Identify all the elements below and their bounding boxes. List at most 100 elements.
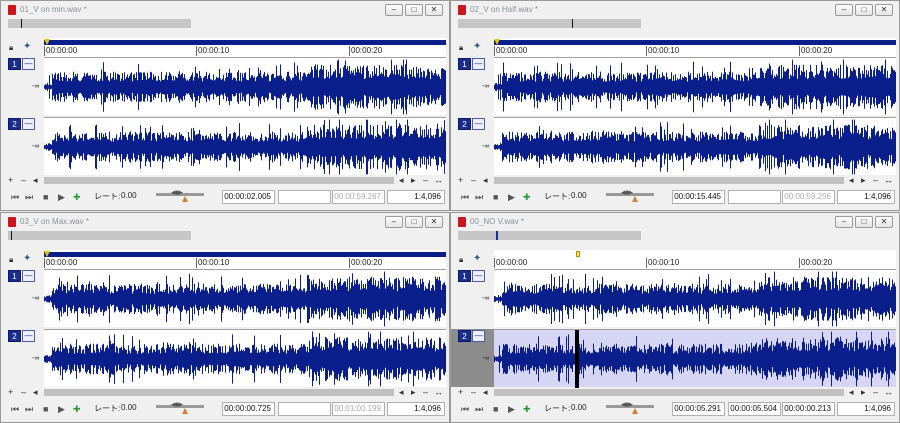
channel-number[interactable]: 2 xyxy=(8,330,21,342)
zoom-in-icon[interactable]: + xyxy=(458,388,463,397)
channel-row[interactable]: 2 — -∞ xyxy=(1,329,449,387)
go-to-end-icon[interactable]: ⏭ xyxy=(25,404,33,415)
add-icon[interactable]: ✚ xyxy=(523,404,531,415)
waveform[interactable] xyxy=(44,269,446,327)
snap-icon[interactable]: ✦ xyxy=(473,253,481,264)
time-ruler[interactable]: 00:00:00 00:00:10 00:00:20 xyxy=(44,38,446,57)
time-ruler[interactable]: 00:00:00 00:00:10 00:00:20 xyxy=(494,250,896,269)
channel-toggle-button[interactable]: — xyxy=(22,270,35,282)
window-titlebar[interactable]: 03_V on Max.wav * – □ ✕ xyxy=(1,213,449,231)
channel-number[interactable]: 2 xyxy=(8,118,21,130)
lock-icon[interactable]: 🔒︎ xyxy=(459,43,463,53)
minimize-icon[interactable]: – xyxy=(385,4,403,16)
scroll-right-icon[interactable]: ▸ xyxy=(411,176,416,185)
window-titlebar[interactable]: 02_V on Half.wav * – □ ✕ xyxy=(451,1,899,19)
zoom-in-icon[interactable]: + xyxy=(458,176,463,185)
waveform[interactable] xyxy=(44,117,446,175)
minimize-icon[interactable]: – xyxy=(385,216,403,228)
zoom-out-icon[interactable]: – xyxy=(873,176,878,185)
rate-slider-thumb[interactable] xyxy=(632,408,638,414)
channel-number[interactable]: 2 xyxy=(458,118,471,130)
lock-icon[interactable]: 🔒︎ xyxy=(9,43,13,53)
snap-icon[interactable]: ✦ xyxy=(473,41,481,52)
zoom-out-icon[interactable]: – xyxy=(873,388,878,397)
go-to-end-icon[interactable]: ⏭ xyxy=(475,192,483,203)
waveform[interactable] xyxy=(494,329,896,388)
stop-icon[interactable]: ■ xyxy=(493,192,498,202)
start-marker[interactable] xyxy=(44,251,50,257)
channel-toggle-button[interactable]: — xyxy=(472,330,485,342)
selection-length-field[interactable]: 00:00:05.504 xyxy=(728,402,781,416)
start-marker[interactable] xyxy=(44,39,50,45)
close-icon[interactable]: ✕ xyxy=(425,4,443,16)
scroll-thumb[interactable] xyxy=(44,389,394,396)
stop-icon[interactable]: ■ xyxy=(43,192,48,202)
channel-number[interactable]: 1 xyxy=(458,270,471,282)
minimize-icon[interactable]: – xyxy=(835,216,853,228)
snap-icon[interactable]: ✦ xyxy=(23,253,31,264)
scroll-thumb[interactable] xyxy=(44,177,394,184)
file-length-field[interactable]: 00:00:59.267 xyxy=(332,190,385,204)
zoom-fit-icon[interactable]: ↔ xyxy=(434,388,443,397)
time-ruler[interactable]: 00:00:00 00:00:10 00:00:20 xyxy=(494,38,896,57)
rate-slider-thumb[interactable] xyxy=(632,196,638,202)
rate-arrows-icon[interactable]: ◂◂▸▸ xyxy=(621,399,633,410)
scroll-left-icon[interactable]: ◂ xyxy=(483,388,488,397)
go-to-start-icon[interactable]: ⏮ xyxy=(461,404,469,415)
overview-bar[interactable] xyxy=(458,19,641,28)
waveform[interactable] xyxy=(44,57,446,115)
channel-toggle-button[interactable]: — xyxy=(22,58,35,70)
rate-arrows-icon[interactable]: ◂◂▸▸ xyxy=(171,187,183,198)
zoom-ratio-field[interactable]: 1:4,096 xyxy=(837,402,895,416)
restore-icon[interactable]: □ xyxy=(405,216,423,228)
playhead[interactable] xyxy=(575,330,579,388)
lock-icon[interactable]: 🔒︎ xyxy=(459,255,463,265)
rate-arrows-icon[interactable]: ◂◂▸▸ xyxy=(621,187,633,198)
channel-toggle-button[interactable]: — xyxy=(22,330,35,342)
cursor-position-field[interactable]: 00:00:00.725 xyxy=(222,402,275,416)
zoom-in-icon[interactable]: + xyxy=(8,388,13,397)
scroll-thumb[interactable] xyxy=(494,177,844,184)
overview-bar[interactable] xyxy=(8,231,191,240)
channel-toggle-button[interactable]: — xyxy=(472,270,485,282)
scroll-left-icon[interactable]: ◂ xyxy=(849,176,854,185)
restore-icon[interactable]: □ xyxy=(405,4,423,16)
overview-bar[interactable] xyxy=(8,19,191,28)
window-titlebar[interactable]: 00_NO V.wav * – □ ✕ xyxy=(451,213,899,231)
selection-length-field[interactable] xyxy=(278,190,331,204)
channel-number[interactable]: 2 xyxy=(458,330,471,342)
channel-row-selected[interactable]: 2 — -∞ xyxy=(451,329,899,388)
channel-toggle-button[interactable]: — xyxy=(472,118,485,130)
add-icon[interactable]: ✚ xyxy=(523,192,531,203)
window-titlebar[interactable]: 01_V on min.wav * – □ ✕ xyxy=(1,1,449,19)
go-to-end-icon[interactable]: ⏭ xyxy=(475,404,483,415)
rate-slider-thumb[interactable] xyxy=(182,196,188,202)
audio-window[interactable]: 03_V on Max.wav * – □ ✕ 🔒︎ ✦ 00:00:00 00… xyxy=(0,212,450,423)
audio-window[interactable]: 00_NO V.wav * – □ ✕ 🔒︎ ✦ 00:00:00 00:00:… xyxy=(450,212,900,423)
scroll-left-icon[interactable]: ◂ xyxy=(849,388,854,397)
close-icon[interactable]: ✕ xyxy=(875,216,893,228)
file-length-field[interactable]: 00:01:00.199 xyxy=(332,402,385,416)
file-length-field[interactable]: 00:00:00.213 xyxy=(782,402,835,416)
channel-row[interactable]: 2 — -∞ xyxy=(1,117,449,175)
zoom-out-icon[interactable]: – xyxy=(423,388,428,397)
cursor-position-field[interactable]: 00:00:05.291 xyxy=(672,402,725,416)
cursor-position-field[interactable]: 00:00:15.445 xyxy=(672,190,725,204)
zoom-out-icon[interactable]: – xyxy=(21,176,26,185)
stop-icon[interactable]: ■ xyxy=(43,404,48,414)
add-icon[interactable]: ✚ xyxy=(73,404,81,415)
channel-row[interactable]: 1 — -∞ xyxy=(451,57,899,115)
close-icon[interactable]: ✕ xyxy=(425,216,443,228)
waveform[interactable] xyxy=(494,57,896,115)
selection-length-field[interactable] xyxy=(278,402,331,416)
scroll-left-icon[interactable]: ◂ xyxy=(399,176,404,185)
scroll-right-icon[interactable]: ▸ xyxy=(411,388,416,397)
lock-icon[interactable]: 🔒︎ xyxy=(9,255,13,265)
channel-toggle-button[interactable]: — xyxy=(22,118,35,130)
channel-row[interactable]: 2 — -∞ xyxy=(451,117,899,175)
rate-arrows-icon[interactable]: ◂◂▸▸ xyxy=(171,399,183,410)
waveform[interactable] xyxy=(44,329,446,387)
zoom-out-icon[interactable]: – xyxy=(423,176,428,185)
cursor-position-field[interactable]: 00:00:02.005 xyxy=(222,190,275,204)
scroll-left-icon[interactable]: ◂ xyxy=(33,388,38,397)
